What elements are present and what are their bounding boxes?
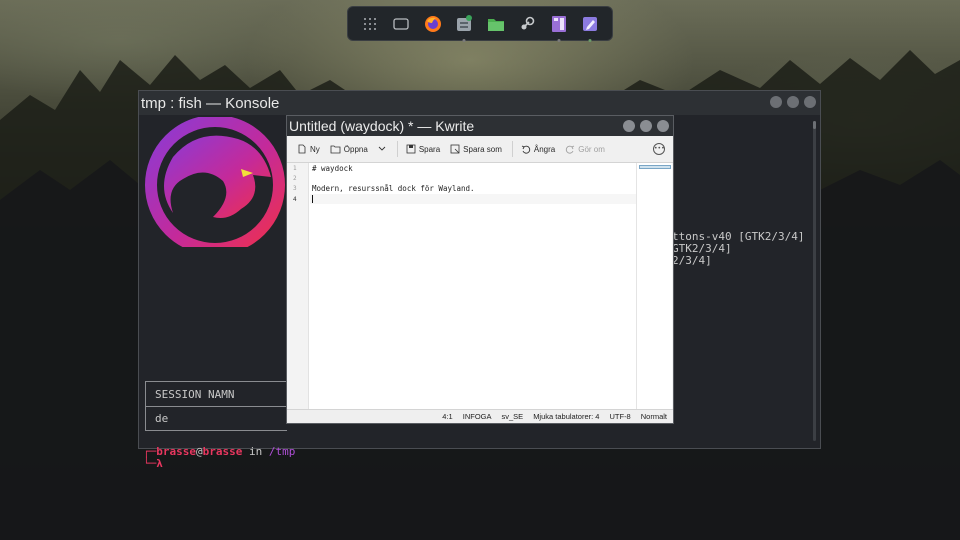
current-line-highlight [310, 194, 636, 204]
maximize-button[interactable] [640, 120, 652, 132]
save-button[interactable]: Spara [406, 144, 440, 154]
firefox-icon [424, 15, 441, 32]
dragon-logo [145, 117, 285, 247]
redo-label: Gör om [578, 144, 605, 154]
konsole-icon [551, 15, 566, 32]
line-number: 2 [293, 175, 297, 182]
new-button[interactable]: Ny [297, 144, 320, 154]
minimize-button[interactable] [770, 96, 782, 108]
encoding[interactable]: UTF-8 [609, 412, 630, 421]
session-table: SESSION NAMN de [145, 381, 287, 431]
undo-label: Ångra [533, 144, 556, 154]
text-editor[interactable]: 1 2 3 4 # waydock Modern, resurssnål doc… [289, 163, 672, 411]
indentation-setting[interactable]: Mjuka tabulatorer: 4 [533, 412, 599, 421]
prompt-host: brasse [202, 445, 243, 458]
chevron-down-icon[interactable] [377, 145, 387, 153]
running-indicator [588, 38, 592, 42]
minimap[interactable] [636, 163, 672, 411]
save-icon [406, 144, 416, 154]
shell-prompt: ┌─brasse@brasse in /tmp └─λ [143, 446, 295, 470]
terminal-scrollbar[interactable] [813, 121, 816, 441]
scrollbar-thumb[interactable] [813, 121, 816, 129]
dock-show-desktop[interactable] [390, 13, 412, 35]
highlight-mode[interactable]: Normalt [641, 412, 667, 421]
prompt-in: in [242, 445, 269, 458]
new-document-icon [298, 144, 306, 154]
maximize-button[interactable] [787, 96, 799, 108]
desktop-icon [393, 17, 409, 30]
new-label: Ny [310, 144, 320, 154]
code-line: # waydock [312, 164, 353, 173]
prompt-at: @ [196, 445, 203, 458]
kwrite-window-controls [623, 120, 669, 132]
folder-icon [487, 18, 504, 31]
minimap-viewport[interactable] [639, 165, 671, 169]
running-indicator [462, 38, 466, 42]
file-cabinet-icon [457, 14, 473, 31]
dock-konsole[interactable] [548, 13, 570, 42]
session-value: de [146, 406, 287, 430]
open-button[interactable]: Öppna [330, 144, 387, 154]
terminal-output: ttons-v40 [GTK2/3/4] GTK2/3/4] 2/3/4] [672, 231, 804, 267]
status-bar: 4:1 INFOGA sv_SE Mjuka tabulatorer: 4 UT… [287, 409, 673, 423]
close-button[interactable] [657, 120, 669, 132]
redo-button[interactable]: Gör om [565, 144, 605, 154]
dock-firefox[interactable] [422, 13, 444, 35]
line-number: 4 [293, 196, 297, 203]
kwrite-icon [583, 16, 598, 31]
minimize-button[interactable] [623, 120, 635, 132]
undo-button[interactable]: Ångra [521, 144, 555, 154]
close-button[interactable] [804, 96, 816, 108]
input-mode[interactable]: INFOGA [463, 412, 492, 421]
dock-app-grid[interactable] [359, 13, 381, 35]
line-number: 1 [293, 165, 297, 172]
code-line: Modern, resurssnål dock för Wayland. [312, 184, 475, 193]
konsole-titlebar[interactable]: tmp : fish — Konsole [139, 91, 820, 115]
more-options-icon[interactable]: ••• [653, 143, 665, 155]
output-line: 2/3/4] [672, 254, 712, 267]
undo-icon [521, 145, 531, 154]
save-as-label: Spara som [463, 144, 502, 154]
folder-open-icon [330, 145, 341, 154]
kwrite-titlebar[interactable]: Untitled (waydock) * — Kwrite [287, 116, 673, 136]
konsole-title: tmp : fish — Konsole [141, 94, 280, 112]
kwrite-toolbar: Ny Öppna Spara Spara som Ångra Gör om [287, 136, 673, 163]
prompt-line2: └─λ [143, 457, 163, 470]
steam-icon [521, 16, 535, 29]
running-indicator [557, 38, 561, 42]
dock-files-badge[interactable] [453, 13, 475, 42]
cursor-position[interactable]: 4:1 [442, 412, 452, 421]
session-header: SESSION NAMN [155, 387, 235, 401]
toolbar-separator [396, 141, 398, 157]
text-cursor [312, 195, 313, 203]
save-as-button[interactable]: Spara som [450, 144, 502, 154]
dock-steam[interactable] [516, 13, 538, 35]
dock-file-manager[interactable] [485, 13, 507, 35]
spellcheck-language[interactable]: sv_SE [502, 412, 524, 421]
konsole-window-controls [770, 96, 816, 108]
kwrite-window: Untitled (waydock) * — Kwrite Ny Öppna S… [286, 115, 674, 424]
dock-kwrite[interactable] [579, 13, 601, 42]
redo-icon [566, 145, 575, 154]
save-label: Spara [418, 144, 441, 154]
toolbar-separator [511, 141, 513, 157]
prompt-dir: /tmp [268, 445, 296, 458]
kwrite-title: Untitled (waydock) * — Kwrite [289, 118, 475, 134]
line-number-gutter: 1 2 3 4 [289, 163, 309, 411]
app-grid-icon [363, 17, 376, 30]
line-number: 3 [293, 185, 297, 192]
save-as-icon [450, 144, 460, 154]
open-label: Öppna [343, 144, 368, 154]
dock [347, 6, 613, 42]
